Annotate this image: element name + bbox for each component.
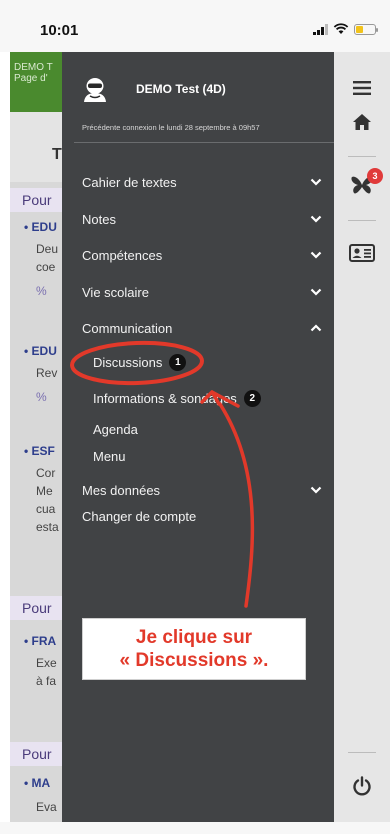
background-entry-line: cua [36,502,56,516]
background-entry-line: coe [36,260,56,274]
drawer-divider [74,142,334,143]
sub-item-label: Menu [93,449,126,464]
chevron-down-icon [310,178,322,186]
background-entry-line: Exe [36,656,57,670]
menu-item-label: Notes [82,211,116,227]
chevron-down-icon [310,251,322,259]
menu-item-vie-scolaire[interactable]: Vie scolaire [82,281,322,303]
rail-divider [348,752,376,753]
menu-item-competences[interactable]: Compétences [82,244,322,266]
notification-badge: 3 [367,168,383,184]
menu-item-label: Cahier de textes [82,174,177,190]
right-rail: 3 [334,52,390,822]
wifi-icon [333,23,349,34]
app-screen: 10:01 DEMO T Page d' T Pour • EDU Deu co… [0,0,390,834]
battery-icon [354,23,378,35]
home-icon[interactable] [352,112,372,132]
background-entry-line: esta [36,520,59,534]
background-link-icon: % [36,390,47,404]
menu-item-label: Vie scolaire [82,284,149,300]
sub-item-label: Informations & sondages [93,391,237,406]
chevron-down-icon [310,215,322,223]
signal-icon [313,23,328,35]
menu-item-label: Mes données [82,482,161,498]
background-entry-line: Deu [36,242,59,256]
avatar-icon [84,78,106,102]
background-entry-line: Cor [36,466,56,480]
count-badge: 2 [243,390,261,407]
sub-item-menu[interactable]: Menu [93,449,126,464]
background-entry-title: • EDU [24,344,57,358]
chevron-down-icon [310,288,322,296]
sub-item-discussions[interactable]: Discussions 1 [93,354,187,371]
background-entry-title: • MA [24,776,51,790]
callout-line2: « Discussions ». [119,650,269,671]
background-entry-title: • ESF [24,444,55,458]
last-connection-text: Précédente connexion le lundi 28 septemb… [82,123,260,132]
status-icons [313,23,378,35]
bottom-bar [0,822,390,834]
background-entry-line: Eva [36,800,57,814]
sub-item-agenda[interactable]: Agenda [93,422,138,437]
rail-divider [348,156,376,157]
instruction-callout: Je clique sur « Discussions ». [82,618,306,680]
sub-item-label: Agenda [93,422,138,437]
menu-item-notes[interactable]: Notes [82,208,322,230]
status-bar: 10:01 [0,0,390,52]
background-entry-line: Rev [36,366,58,380]
status-time: 10:01 [40,22,79,39]
chevron-down-icon [310,486,322,494]
power-icon[interactable] [352,776,372,796]
background-title-letter: T [52,146,62,163]
user-profile[interactable]: DEMO Test (4D) [82,76,226,102]
menu-item-label: Compétences [82,247,163,263]
background-link-icon: % [36,284,47,298]
count-badge: 1 [169,354,187,371]
callout-line1: Je clique sur [135,627,253,648]
chevron-up-icon [310,324,322,332]
rail-divider [348,220,376,221]
background-entry-line: Me [36,484,53,498]
menu-item-mes-donnees[interactable]: Mes données [82,479,322,501]
menu-item-changer-de-compte[interactable]: Changer de compte [82,509,196,524]
user-name: DEMO Test (4D) [136,82,226,96]
menu-item-label: Communication [82,320,173,336]
menu-item-communication[interactable]: Communication [82,317,322,339]
background-entry-line: à fa [36,674,57,688]
sub-item-informations-sondages[interactable]: Informations & sondages 2 [93,390,261,407]
background-entry-title: • EDU [24,220,57,234]
sub-item-label: Discussions [93,355,163,370]
navigation-drawer: DEMO Test (4D) Précédente connexion le l… [62,52,334,822]
id-card-icon[interactable] [349,244,375,262]
hamburger-menu-icon[interactable] [352,78,372,98]
background-entry-title: • FRA [24,634,57,648]
menu-item-cahier-de-textes[interactable]: Cahier de textes [82,171,322,193]
